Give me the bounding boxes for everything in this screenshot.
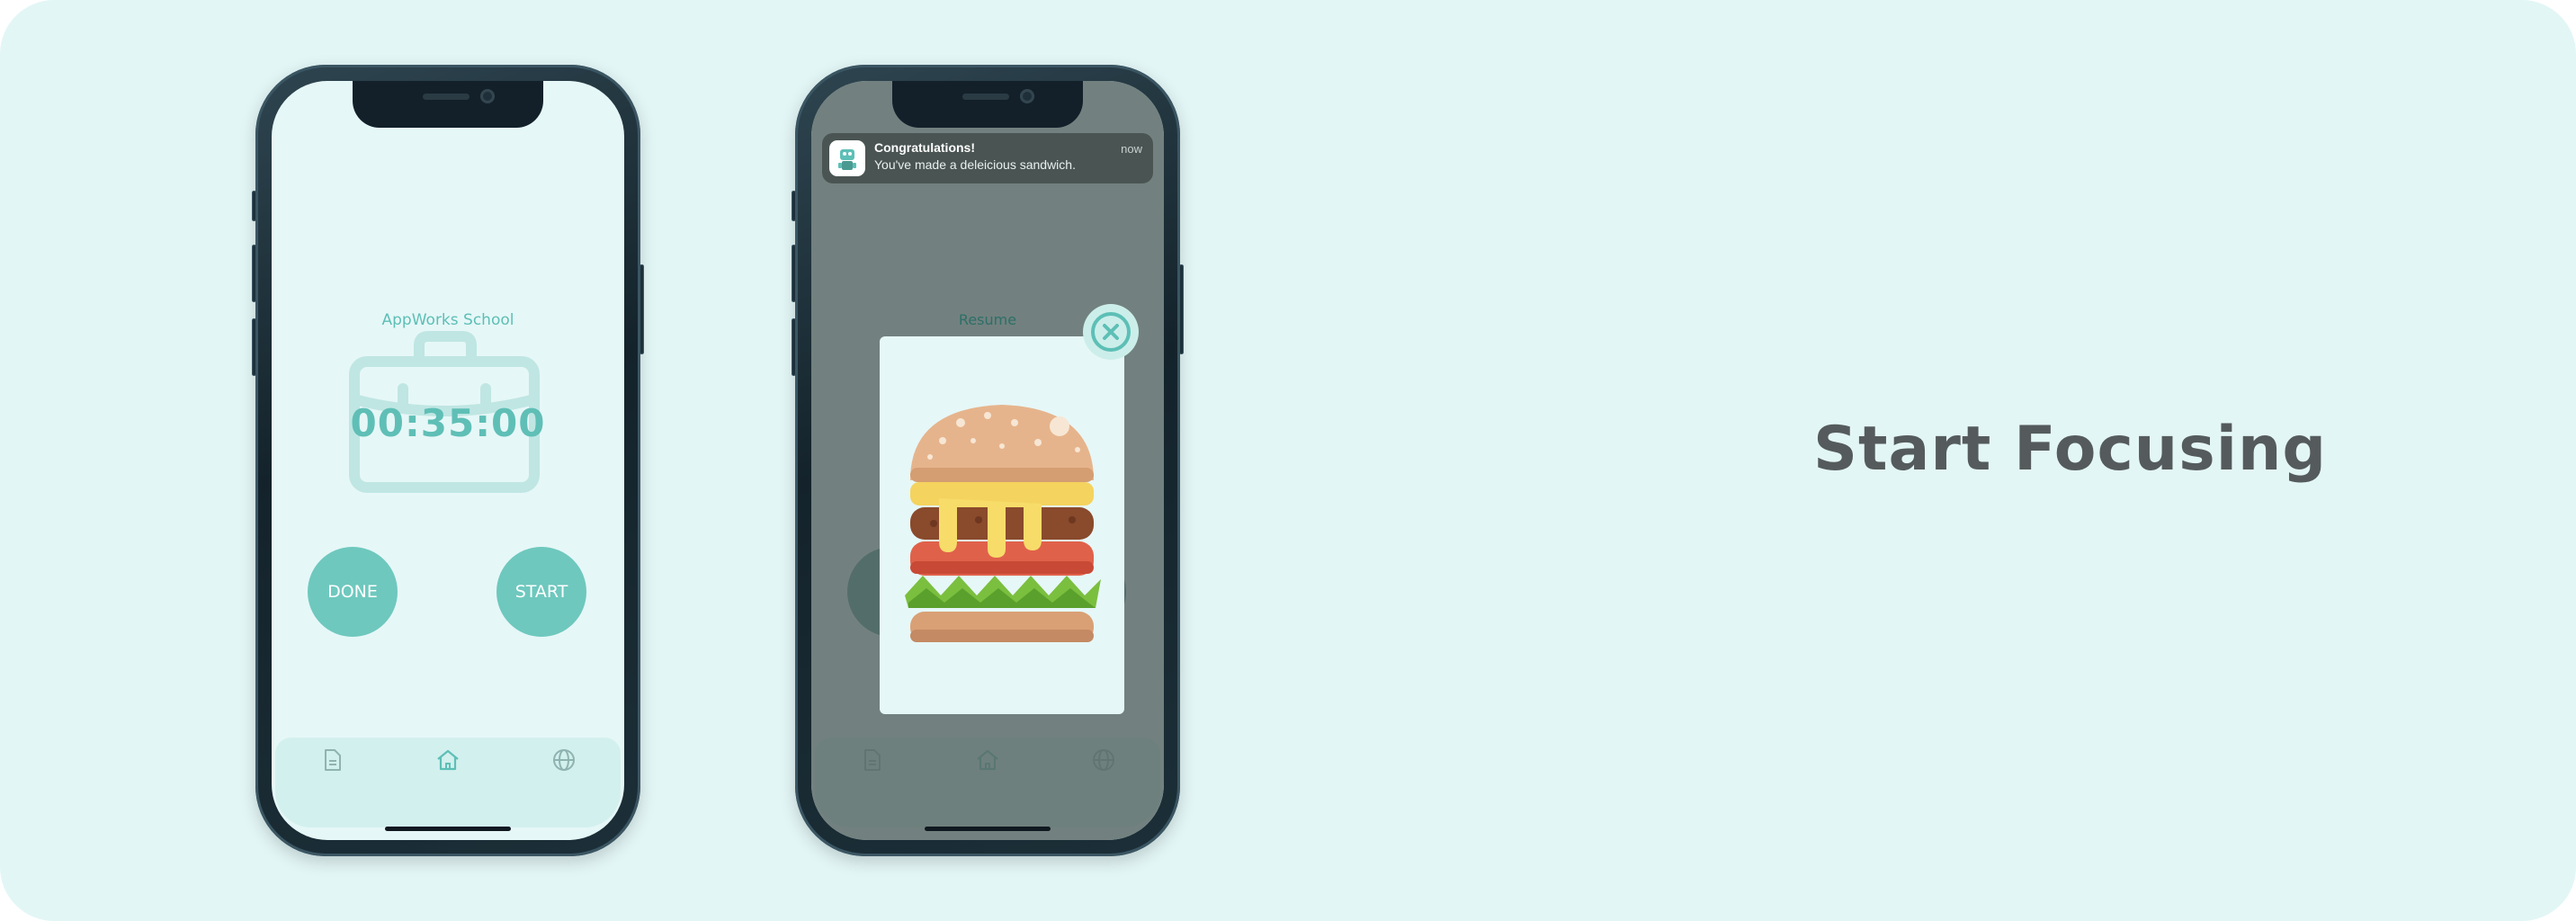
mute-switch: [252, 191, 256, 221]
sandwich-illustration: [905, 405, 1101, 642]
reward-popup: [880, 336, 1124, 714]
close-icon: [1091, 312, 1131, 352]
phone-sandwich: Resume Congratulations! You've made a de…: [792, 65, 1184, 856]
screen: AppWorks School 00:35:00 DONE START: [272, 81, 624, 840]
timer-display: 00:35:00: [350, 401, 546, 445]
home-icon[interactable]: [433, 745, 463, 775]
phone-timer: AppWorks School 00:35:00 DONE START: [252, 65, 644, 856]
push-notification[interactable]: Congratulations! You've made a deleiciou…: [822, 133, 1153, 183]
notch: [353, 81, 543, 128]
mute-switch: [792, 191, 796, 221]
power-button: [1179, 264, 1184, 354]
notch: [892, 81, 1083, 128]
power-button: [640, 264, 644, 354]
document-icon[interactable]: [317, 745, 347, 775]
notification-body: You've made a deleicious sandwich.: [874, 157, 1076, 172]
screen: Resume Congratulations! You've made a de…: [811, 81, 1164, 840]
volume-up-button: [252, 245, 256, 302]
start-button[interactable]: START: [496, 547, 586, 637]
done-button[interactable]: DONE: [308, 547, 398, 637]
close-button[interactable]: [1083, 304, 1139, 360]
globe-icon[interactable]: [549, 745, 579, 775]
volume-down-button: [252, 318, 256, 376]
home-indicator: [385, 827, 511, 831]
canvas: AppWorks School 00:35:00 DONE START Resu…: [0, 0, 2576, 921]
volume-down-button: [792, 318, 796, 376]
volume-up-button: [792, 245, 796, 302]
notification-time: now: [1121, 142, 1142, 156]
tab-bar: [275, 738, 621, 827]
home-indicator: [925, 827, 1051, 831]
app-icon: [829, 140, 865, 176]
notification-title: Congratulations!: [874, 140, 975, 155]
school-label: AppWorks School: [381, 311, 514, 329]
headline: Start Focusing: [1813, 414, 2328, 485]
